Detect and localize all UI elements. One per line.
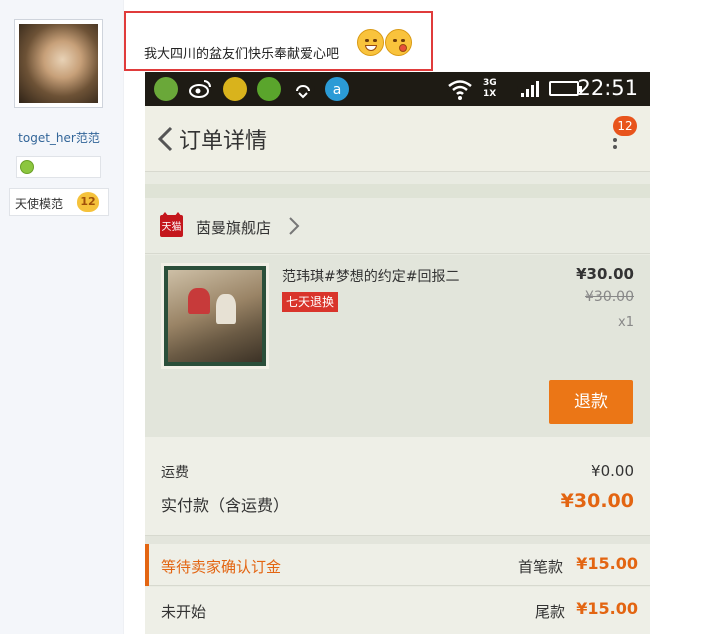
svg-text:a: a: [333, 82, 342, 98]
avatar-image: [19, 24, 98, 103]
divider: [145, 536, 650, 544]
payment-row: 未开始 尾款 ¥15.00: [145, 587, 650, 634]
username-link[interactable]: toget_her范范: [0, 129, 118, 146]
level-badge: [16, 156, 101, 178]
active-indicator: [145, 544, 149, 586]
network-type-bottom: 1X: [483, 89, 497, 99]
divider: [145, 184, 650, 198]
grin-emoji-icon: [357, 29, 384, 56]
payment-amount: ¥15.00: [576, 599, 638, 618]
user-title: 天使模范: [15, 197, 64, 211]
paid-value: ¥30.00: [560, 490, 634, 512]
back-icon[interactable]: [155, 126, 177, 152]
battery-icon: [549, 81, 582, 96]
tongue-emoji-icon: [385, 29, 412, 56]
payment-row: 等待卖家确认订金 首笔款 ¥15.00: [145, 544, 650, 586]
chevron-right-icon: [289, 217, 300, 235]
payment-status: 未开始: [161, 603, 207, 621]
profile-sidebar: toget_her范范 天使模范 12: [0, 0, 124, 634]
wifi-icon: [447, 77, 472, 101]
payment-status: 等待卖家确认订金: [161, 558, 282, 576]
shipping-label: 运费: [161, 465, 189, 481]
app-bar: 订单详情 12: [145, 106, 650, 172]
sync-icon: [291, 77, 315, 101]
network-type-top: 3G: [483, 78, 497, 88]
product-name: 范玮琪#梦想的约定#回报二: [282, 269, 460, 285]
refund-button[interactable]: 退款: [549, 380, 633, 424]
payment-label: 尾款: [535, 603, 566, 621]
level-icon: [20, 160, 34, 174]
notification-badge: 12: [613, 116, 637, 136]
product-row[interactable]: 范玮琪#梦想的约定#回报二 七天退换 ¥30.00 ¥30.00 x1 退款: [145, 255, 650, 437]
order-totals: 运费 ¥0.00 实付款（含运费） ¥30.00: [145, 437, 650, 536]
weibo-icon: [188, 77, 212, 101]
product-price: ¥30.00: [576, 265, 634, 283]
status-bar: a 3G 1X 22:51: [145, 72, 650, 106]
store-name: 茵曼旗舰店: [196, 219, 272, 237]
post-content: 我大四川的盆友们快乐奉献爱心吧: [124, 11, 433, 71]
wandoujia-icon: [257, 77, 281, 101]
original-price: ¥30.00: [585, 289, 634, 305]
payment-amount: ¥15.00: [576, 554, 638, 573]
music-icon: [223, 77, 247, 101]
quantity: x1: [618, 315, 634, 330]
paid-label: 实付款（含运费）: [161, 496, 290, 515]
clock: 22:51: [577, 76, 638, 100]
heart-level-icon: 12: [77, 192, 99, 212]
phone-screenshot: a 3G 1X 22:51 订单详情 12 天猫 茵曼旗舰店 范玮琪#梦想的约定…: [145, 72, 650, 634]
user-title-badge: 天使模范 12: [9, 188, 109, 216]
post-text: 我大四川的盆友们快乐奉献爱心吧: [144, 47, 340, 62]
payment-label: 首笔款: [518, 558, 564, 576]
page-title: 订单详情: [179, 129, 268, 154]
a-app-icon: a: [325, 77, 349, 101]
avatar[interactable]: [14, 19, 103, 108]
return-policy-tag: 七天退换: [282, 292, 339, 312]
shipping-value: ¥0.00: [591, 462, 634, 480]
app-icon-1: [154, 77, 178, 101]
signal-icon: [517, 77, 541, 101]
tmall-icon: 天猫: [160, 212, 183, 237]
product-thumbnail[interactable]: [161, 263, 269, 369]
more-menu-icon[interactable]: [608, 134, 622, 158]
store-row[interactable]: 天猫 茵曼旗舰店: [145, 198, 650, 254]
